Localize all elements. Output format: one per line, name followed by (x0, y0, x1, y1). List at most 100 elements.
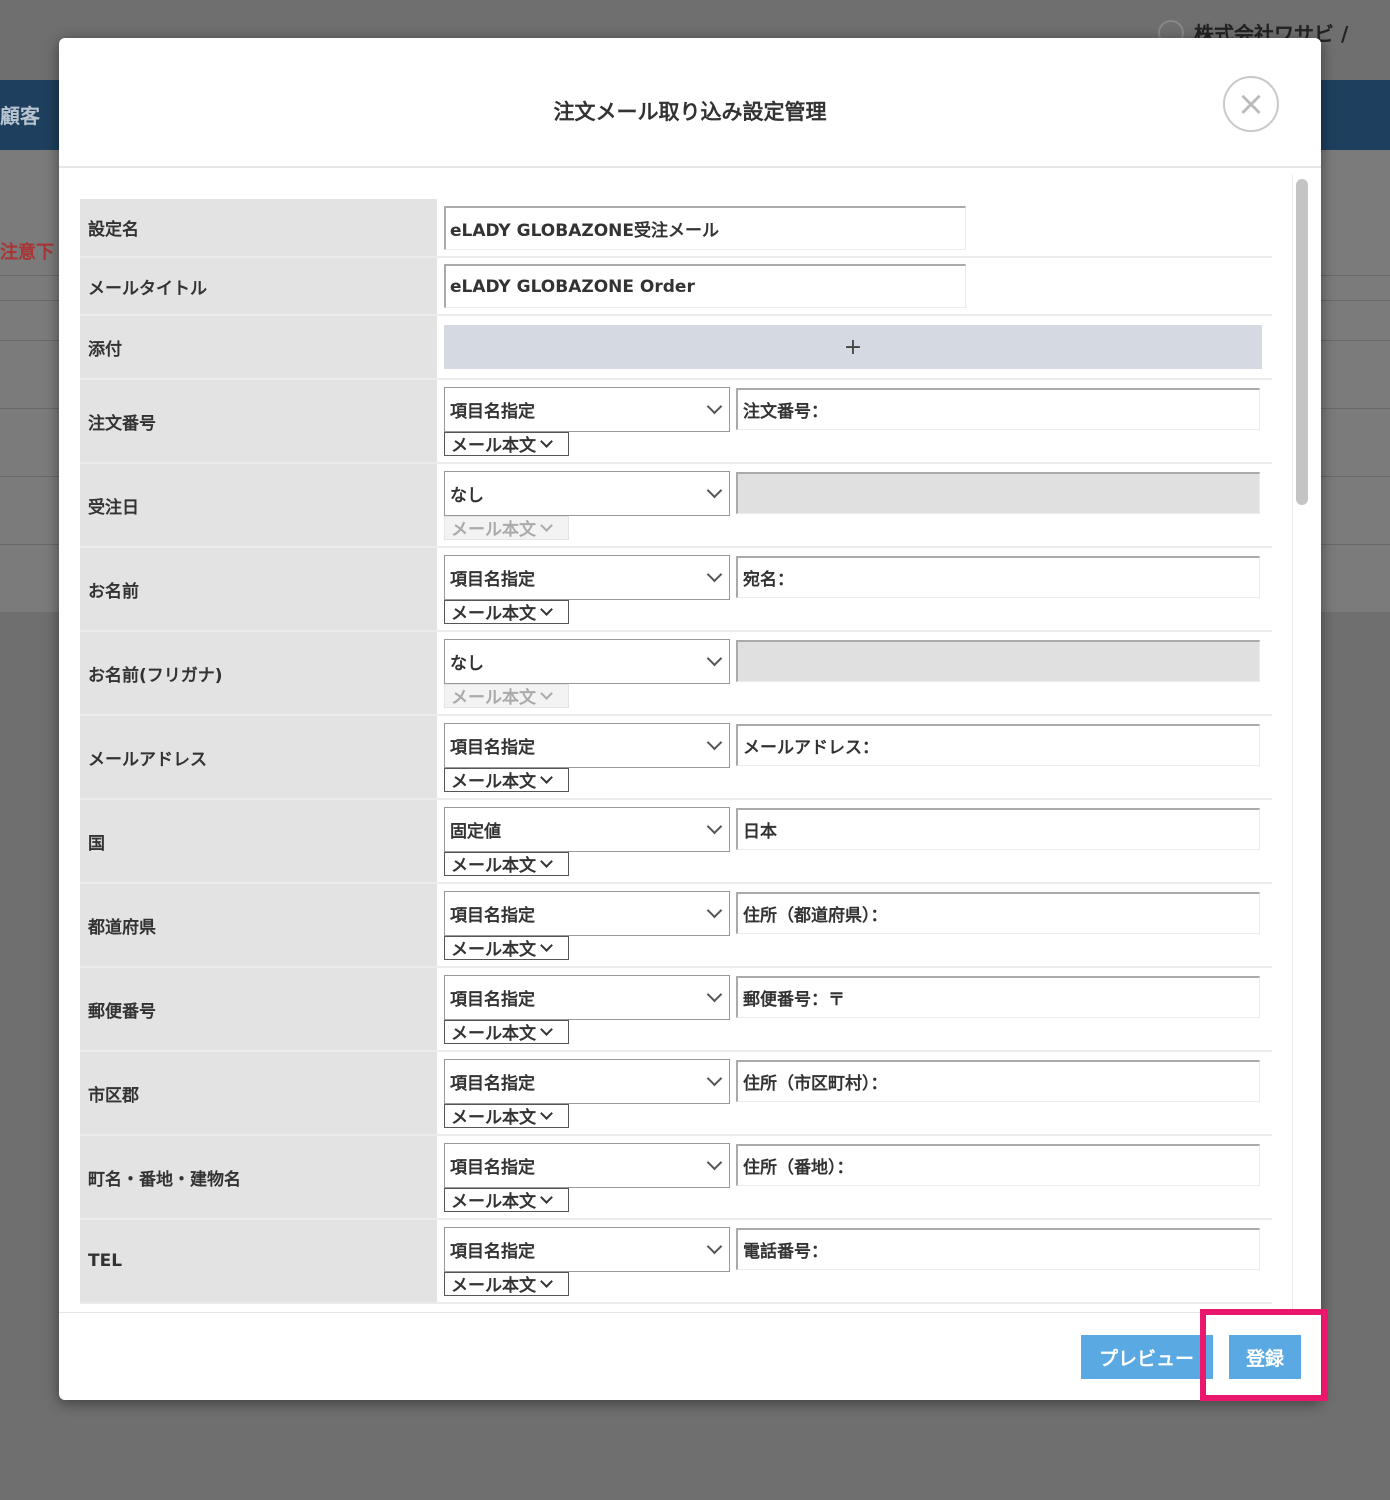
mode-select[interactable]: 項目名指定 (444, 386, 730, 432)
mode-select[interactable]: 項目名指定 (444, 1226, 730, 1272)
mode-select[interactable]: 項目名指定 (444, 1142, 730, 1188)
field-row-2: 受注日 なし メール本文 (80, 463, 1272, 548)
mode-select-value: 項目名指定 (450, 989, 535, 1010)
source-select-value: メール本文 (451, 604, 536, 624)
row-label: 添付 (80, 315, 437, 380)
mode-select[interactable]: 項目名指定 (444, 554, 730, 600)
mode-select-value: 項目名指定 (450, 905, 535, 926)
source-select[interactable]: メール本文 (444, 1019, 569, 1044)
field-name-input[interactable]: 住所（都道府県）： (736, 891, 1260, 934)
mode-select[interactable]: 固定値 (444, 806, 730, 852)
add-attachment-button[interactable]: + (444, 325, 1262, 369)
chevron-down-icon (540, 1106, 553, 1120)
source-select[interactable]: メール本文 (444, 1187, 569, 1212)
chevron-down-icon (706, 1154, 723, 1170)
mode-select[interactable]: 項目名指定 (444, 722, 730, 768)
scrollbar-thumb[interactable] (1296, 179, 1308, 505)
row-label: 市区郡 (80, 1051, 437, 1136)
row-label: 都道府県 (80, 883, 437, 968)
source-select-value: メール本文 (451, 1024, 536, 1044)
mode-select[interactable]: なし (444, 638, 730, 684)
field-name-input[interactable] (736, 639, 1260, 682)
mode-select-value: 項目名指定 (450, 401, 535, 422)
background-warning-text: 注意下 (0, 242, 54, 263)
field-row-1: 注文番号 項目名指定 メール本文 注文番号： (80, 379, 1272, 464)
close-icon: × (1236, 84, 1266, 124)
chevron-down-icon (540, 770, 553, 784)
field-name-input[interactable]: メールアドレス： (736, 723, 1260, 766)
field-name-input[interactable]: 日本 (736, 807, 1260, 850)
plus-icon: + (843, 334, 863, 360)
chevron-down-icon (540, 854, 553, 868)
field-name-input[interactable]: 住所（番地）： (736, 1143, 1260, 1186)
field-row-9: 市区郡 項目名指定 メール本文 住所（市区町村）： (80, 1051, 1272, 1136)
source-select[interactable]: メール本文 (444, 683, 569, 708)
chevron-down-icon (540, 686, 553, 700)
field-name-input[interactable]: 住所（市区町村）： (736, 1059, 1260, 1102)
row-label: メールアドレス (80, 715, 437, 800)
mode-select[interactable]: なし (444, 470, 730, 516)
modal-header: 注文メール取り込み設定管理 × (59, 38, 1321, 168)
mail-title-input[interactable]: eLADY GLOBAZONE Order (444, 264, 966, 308)
mode-select-value: 項目名指定 (450, 1241, 535, 1262)
source-select-value: メール本文 (451, 1108, 536, 1128)
field-row-5: メールアドレス 項目名指定 メール本文 メールアドレス： (80, 715, 1272, 800)
source-select-value: メール本文 (451, 772, 536, 792)
mode-select-value: 固定値 (450, 821, 501, 842)
modal-footer: プレビュー 登録 (59, 1312, 1321, 1400)
mode-select[interactable]: 項目名指定 (444, 974, 730, 1020)
source-select[interactable]: メール本文 (444, 851, 569, 876)
mode-select-value: 項目名指定 (450, 1073, 535, 1094)
field-row-3: お名前 項目名指定 メール本文 宛名： (80, 547, 1272, 632)
source-select-value: メール本文 (451, 688, 536, 708)
mode-select-value: なし (450, 653, 484, 674)
source-select[interactable]: メール本文 (444, 1271, 569, 1296)
row-label: 郵便番号 (80, 967, 437, 1052)
source-select-value: メール本文 (451, 436, 536, 456)
mode-select[interactable]: 項目名指定 (444, 1058, 730, 1104)
row-label: 国 (80, 799, 437, 884)
chevron-down-icon (706, 986, 723, 1002)
setting-name-input[interactable]: eLADY GLOBAZONE受注メール (444, 205, 966, 250)
row-label: 町名・番地・建物名 (80, 1135, 437, 1220)
field-name-input[interactable]: 電話番号： (736, 1227, 1260, 1270)
mode-select-value: なし (450, 485, 484, 506)
scrollbar[interactable] (1292, 175, 1308, 1310)
mode-select-value: 項目名指定 (450, 1157, 535, 1178)
chevron-down-icon (540, 1274, 553, 1288)
field-name-input[interactable]: 宛名： (736, 555, 1260, 598)
chevron-down-icon (706, 650, 723, 666)
close-button[interactable]: × (1223, 76, 1279, 132)
row-attachment: 添付 + (80, 315, 1272, 380)
row-label: お名前 (80, 547, 437, 632)
source-select-value: メール本文 (451, 520, 536, 540)
source-select-value: メール本文 (451, 940, 536, 960)
field-name-input[interactable] (736, 471, 1260, 514)
chevron-down-icon (540, 938, 553, 952)
field-row-10: 町名・番地・建物名 項目名指定 メール本文 住所（番地）： (80, 1135, 1272, 1220)
field-row-11: TEL 項目名指定 メール本文 電話番号： (80, 1219, 1272, 1304)
mail-import-settings-modal: 注文メール取り込み設定管理 × 設定名 eLADY GLOBAZONE受注メール… (59, 38, 1321, 1400)
source-select[interactable]: メール本文 (444, 431, 569, 456)
source-select[interactable]: メール本文 (444, 1103, 569, 1128)
mode-select[interactable]: 項目名指定 (444, 890, 730, 936)
row-setting-name: 設定名 eLADY GLOBAZONE受注メール (80, 199, 1272, 258)
source-select[interactable]: メール本文 (444, 515, 569, 540)
chevron-down-icon (706, 734, 723, 750)
source-select[interactable]: メール本文 (444, 599, 569, 624)
field-name-input[interactable]: 注文番号： (736, 387, 1260, 430)
row-label: 設定名 (80, 199, 437, 258)
source-select-value: メール本文 (451, 1276, 536, 1296)
source-select[interactable]: メール本文 (444, 767, 569, 792)
source-select-value: メール本文 (451, 1192, 536, 1212)
modal-title: 注文メール取り込み設定管理 (553, 100, 827, 124)
chevron-down-icon (706, 1070, 723, 1086)
source-select[interactable]: メール本文 (444, 935, 569, 960)
preview-button[interactable]: プレビュー (1081, 1335, 1213, 1379)
chevron-down-icon (706, 1238, 723, 1254)
source-select-value: メール本文 (451, 856, 536, 876)
field-name-input[interactable]: 郵便番号：〒 (736, 975, 1260, 1018)
chevron-down-icon (540, 434, 553, 448)
chevron-down-icon (706, 566, 723, 582)
modal-body[interactable]: 設定名 eLADY GLOBAZONE受注メール メールタイトル eLADY G… (59, 170, 1321, 1312)
